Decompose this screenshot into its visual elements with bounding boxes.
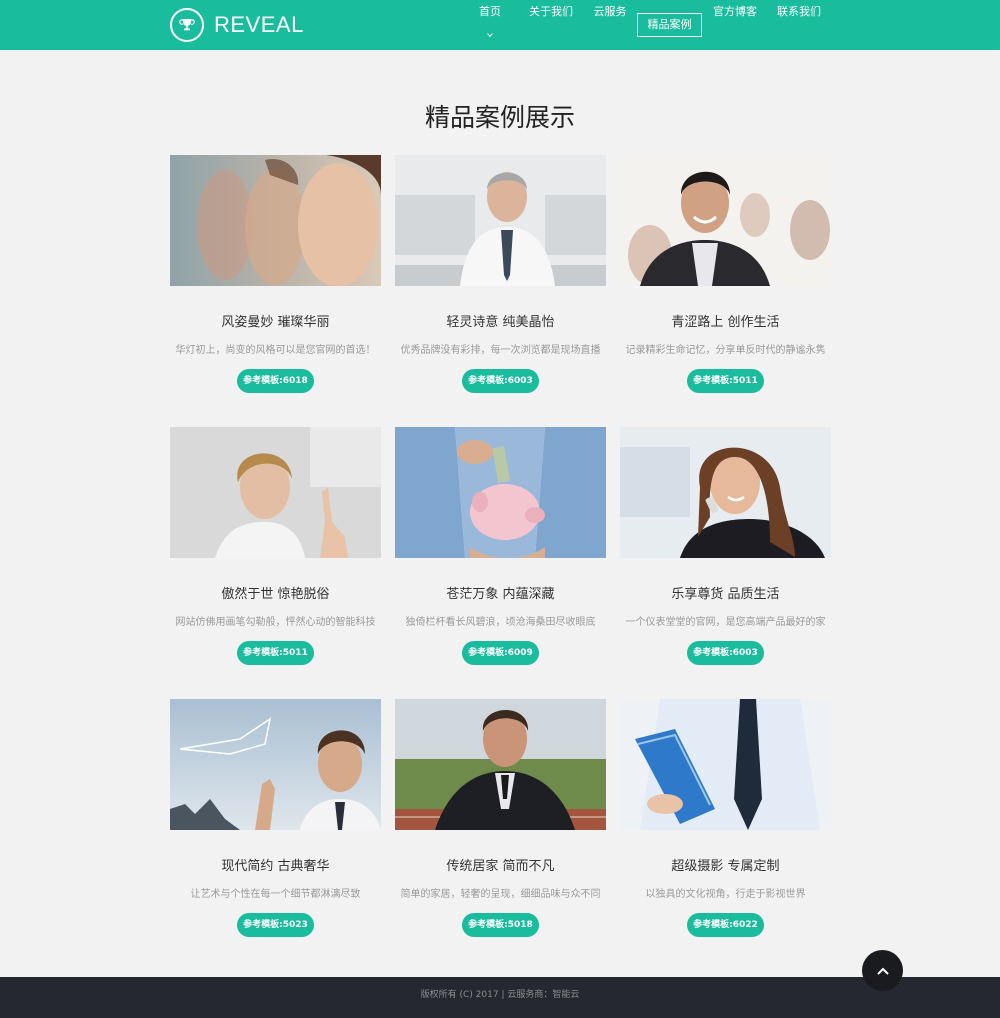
case-card: 传统居家 简而不凡 简单的家居，轻奢的呈现，细细品味与众不同 参考模板:5018	[395, 699, 606, 937]
case-image[interactable]	[620, 155, 831, 286]
template-button[interactable]: 参考模板:6003	[462, 369, 539, 393]
back-to-top-button[interactable]	[862, 950, 903, 991]
case-image[interactable]	[170, 427, 381, 558]
template-button[interactable]: 参考模板:5023	[237, 913, 314, 937]
nav-contact[interactable]: 联系我们	[770, 0, 828, 24]
site-header: REVEAL 首页 关于我们 云服务 精品案例 官方博客 联系我们	[0, 0, 1000, 50]
case-card: 现代简约 古典奢华 让艺术与个性在每一个细节都淋漓尽致 参考模板:5023	[170, 699, 381, 937]
case-card: 乐享尊货 品质生活 一个仪表堂堂的官网，是您高端产品最好的家 参考模板:6003	[620, 427, 831, 665]
case-description: 一个仪表堂堂的官网，是您高端产品最好的家	[625, 617, 826, 628]
chevron-up-icon	[876, 967, 889, 975]
case-description: 让艺术与个性在每一个细节都淋漓尽致	[190, 889, 361, 900]
nav-about[interactable]: 关于我们	[522, 0, 580, 24]
case-description: 以独具的文化视角，行走于影视世界	[645, 889, 806, 900]
template-button[interactable]: 参考模板:6009	[462, 641, 539, 665]
case-title: 传统居家 简而不凡	[446, 859, 555, 874]
page-title: 精品案例展示	[424, 103, 575, 132]
case-description: 华灯初上，尚变的风格可以是您官网的首选！	[175, 345, 376, 356]
template-button[interactable]: 参考模板:5011	[687, 369, 764, 393]
case-description: 简单的家居，轻奢的呈现，细细品味与众不同	[400, 889, 601, 900]
nav-cases[interactable]: 精品案例	[637, 13, 702, 37]
nav-blog[interactable]: 官方博客	[708, 0, 762, 24]
case-description: 优秀品牌没有彩排，每一次浏览都是现场直播	[400, 345, 601, 356]
case-image[interactable]	[170, 155, 381, 286]
template-button[interactable]: 参考模板:6003	[687, 641, 764, 665]
case-card: 苍茫万象 内蕴深藏 独倚栏杆看长风碧浪，顷沧海桑田尽收眼底 参考模板:6009	[395, 427, 606, 665]
case-description: 网站仿佛用画笔勾勒般，怦然心动的智能科技	[175, 617, 376, 628]
case-card: 轻灵诗意 纯美晶怡 优秀品牌没有彩排，每一次浏览都是现场直播 参考模板:6003	[395, 155, 606, 393]
case-image[interactable]	[620, 427, 831, 558]
case-card: 风姿曼妙 璀璨华丽 华灯初上，尚变的风格可以是您官网的首选！ 参考模板:6018	[170, 155, 381, 393]
case-title: 苍茫万象 内蕴深藏	[446, 587, 555, 602]
brand-name: REVEAL	[214, 12, 304, 37]
brand-logo[interactable]: REVEAL	[170, 8, 304, 42]
template-button[interactable]: 参考模板:5018	[462, 913, 539, 937]
case-card: 超级摄影 专属定制 以独具的文化视角，行走于影视世界 参考模板:6022	[620, 699, 831, 937]
case-title: 超级摄影 专属定制	[671, 859, 780, 874]
copyright-text: 版权所有 (C) 2017 | 云服务商：智能云	[420, 990, 580, 1000]
case-image[interactable]	[395, 155, 606, 286]
case-title: 傲然于世 惊艳脱俗	[221, 587, 330, 602]
case-title: 轻灵诗意 纯美晶怡	[446, 315, 555, 330]
case-description: 记录精彩生命记忆，分享单反时代的静谧永隽	[625, 345, 826, 356]
case-title: 青涩路上 创作生活	[671, 315, 780, 330]
nav-cloud-service[interactable]: 云服务	[588, 0, 632, 24]
case-title: 现代简约 古典奢华	[221, 859, 330, 874]
nav-home[interactable]: 首页	[470, 0, 510, 24]
case-image[interactable]	[620, 699, 831, 830]
case-description: 独倚栏杆看长风碧浪，顷沧海桑田尽收眼底	[405, 617, 596, 628]
trophy-icon	[170, 8, 204, 42]
case-title: 风姿曼妙 璀璨华丽	[221, 315, 330, 330]
case-card: 青涩路上 创作生活 记录精彩生命记忆，分享单反时代的静谧永隽 参考模板:5011	[620, 155, 831, 393]
case-image[interactable]	[395, 699, 606, 830]
case-card: 傲然于世 惊艳脱俗 网站仿佛用画笔勾勒般，怦然心动的智能科技 参考模板:5011	[170, 427, 381, 665]
template-button[interactable]: 参考模板:5011	[237, 641, 314, 665]
case-image[interactable]	[395, 427, 606, 558]
template-button[interactable]: 参考模板:6022	[687, 913, 764, 937]
template-button[interactable]: 参考模板:6018	[237, 369, 314, 393]
chevron-down-icon	[487, 31, 493, 37]
case-title: 乐享尊货 品质生活	[671, 587, 780, 602]
case-image[interactable]	[170, 699, 381, 830]
site-footer: 版权所有 (C) 2017 | 云服务商：智能云	[0, 977, 1000, 1018]
